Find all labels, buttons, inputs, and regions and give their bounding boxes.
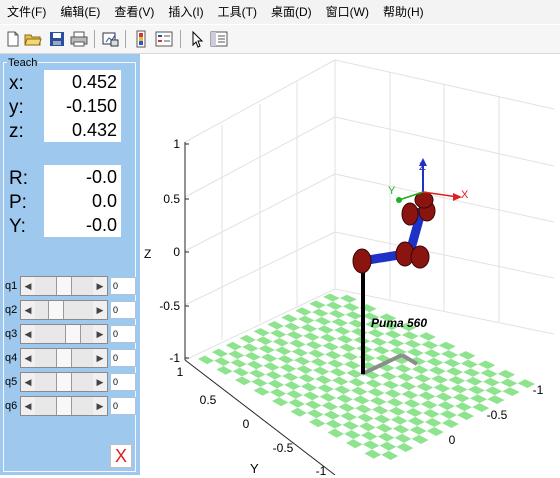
q5-slider[interactable]: ◀ ▶ <box>20 372 108 392</box>
z-value: 0.432 <box>44 118 121 142</box>
roll-label: R: <box>9 168 28 189</box>
y-value: -0.150 <box>44 94 121 118</box>
toolbar-separator <box>180 30 181 48</box>
q2-label: q2 <box>5 304 18 316</box>
slider-right-arrow-icon[interactable]: ▶ <box>93 325 107 343</box>
checkered-floor <box>198 290 535 464</box>
q6-value[interactable]: 0 <box>110 397 136 415</box>
teach-title: Teach <box>7 56 39 70</box>
menu-edit[interactable]: 编辑(E) <box>53 0 107 24</box>
teach-panel: Teach x: 0.452 y: -0.150 z: 0.432 R: -0.… <box>0 54 140 475</box>
slider-right-arrow-icon[interactable]: ▶ <box>93 397 107 415</box>
x-label: x: <box>9 73 24 94</box>
link-plot-icon[interactable] <box>101 30 119 48</box>
slider-right-arrow-icon[interactable]: ▶ <box>93 349 107 367</box>
open-folder-icon[interactable] <box>24 30 42 48</box>
menu-file[interactable]: 文件(F) <box>0 0 53 24</box>
pointer-icon[interactable] <box>188 30 206 48</box>
slider-left-arrow-icon[interactable]: ◀ <box>21 325 35 343</box>
yaw-label: Y: <box>9 216 26 237</box>
q4-value[interactable]: 0 <box>110 349 136 367</box>
joint-shoulder <box>352 248 372 274</box>
pitch-value: 0.0 <box>44 189 121 213</box>
slider-left-arrow-icon[interactable]: ◀ <box>21 301 35 319</box>
slider-right-arrow-icon[interactable]: ▶ <box>93 373 107 391</box>
frame-y-arrow <box>396 197 402 203</box>
slider-left-arrow-icon[interactable]: ◀ <box>21 397 35 415</box>
z-tick-label: 0 <box>173 245 180 259</box>
z-axis-label: Z <box>144 247 151 261</box>
x-tick-label: 0 <box>449 433 456 447</box>
robot-3d-axes[interactable]: 1 0.5 0 -0.5 -1 Z 1 0.5 0 -0.5 -1 Y 0 -0.5 -1 Z X … <box>140 54 560 478</box>
q5-label: q5 <box>5 376 18 388</box>
yaw-value: -0.0 <box>44 213 121 237</box>
slider-left-arrow-icon[interactable]: ◀ <box>21 373 35 391</box>
x-tick-label: -0.5 <box>487 408 508 422</box>
joint-wrist <box>401 202 419 226</box>
q5-value[interactable]: 0 <box>110 373 136 391</box>
roll-value: -0.0 <box>44 165 121 189</box>
q1-label: q1 <box>5 280 18 292</box>
z-label: z: <box>9 121 24 142</box>
menu-tools[interactable]: 工具(T) <box>211 0 264 24</box>
q3-value[interactable]: 0 <box>110 325 136 343</box>
z-tick-label: -1 <box>169 351 180 365</box>
menu-desktop[interactable]: 桌面(D) <box>264 0 319 24</box>
slider-thumb[interactable] <box>65 325 82 343</box>
frame-z-label: Z <box>419 161 426 173</box>
robot-name: Puma 560 <box>371 316 427 330</box>
q1-value[interactable]: 0 <box>110 277 136 295</box>
print-icon[interactable] <box>70 30 88 48</box>
q3-slider[interactable]: ◀ ▶ <box>20 324 108 344</box>
slider-thumb[interactable] <box>56 277 72 295</box>
toolbar <box>0 25 560 54</box>
y-tick-label: 0.5 <box>200 393 217 407</box>
slider-left-arrow-icon[interactable]: ◀ <box>21 277 35 295</box>
frame-y-label: Y <box>388 185 396 197</box>
slider-left-arrow-icon[interactable]: ◀ <box>21 349 35 367</box>
y-tick-label: 0 <box>243 417 250 431</box>
q2-value[interactable]: 0 <box>110 301 136 319</box>
y-axis-label: Y <box>250 461 259 475</box>
q4-slider[interactable]: ◀ ▶ <box>20 348 108 368</box>
q2-slider[interactable]: ◀ ▶ <box>20 300 108 320</box>
slider-thumb[interactable] <box>56 373 72 391</box>
z-tick-label: -0.5 <box>159 299 180 313</box>
menu-insert[interactable]: 插入(I) <box>161 0 210 24</box>
slider-thumb[interactable] <box>48 301 65 319</box>
menu-view[interactable]: 查看(V) <box>107 0 161 24</box>
x-value: 0.452 <box>44 70 121 94</box>
colorbar-icon[interactable] <box>133 30 151 48</box>
frame-x-label: X <box>461 189 469 201</box>
menu-window[interactable]: 窗口(W) <box>319 0 376 24</box>
new-file-icon[interactable] <box>4 30 22 48</box>
property-editor-icon[interactable] <box>210 30 228 48</box>
slider-right-arrow-icon[interactable]: ▶ <box>93 277 107 295</box>
z-tick-label: 1 <box>173 137 180 151</box>
menu-bar: 文件(F) 编辑(E) 查看(V) 插入(I) 工具(T) 桌面(D) 窗口(W… <box>0 0 560 24</box>
q6-slider[interactable]: ◀ ▶ <box>20 396 108 416</box>
q3-label: q3 <box>5 328 18 340</box>
y-tick-label: -1 <box>316 464 327 475</box>
slider-right-arrow-icon[interactable]: ▶ <box>93 301 107 319</box>
z-tick-label: 0.5 <box>163 192 180 206</box>
q4-label: q4 <box>5 352 18 364</box>
legend-icon[interactable] <box>155 30 173 48</box>
slider-thumb[interactable] <box>56 349 72 367</box>
close-button[interactable]: X <box>110 444 132 468</box>
save-icon[interactable] <box>48 30 66 48</box>
q6-label: q6 <box>5 400 18 412</box>
joint-elbow-b <box>410 245 430 269</box>
toolbar-separator <box>94 30 95 48</box>
slider-thumb[interactable] <box>56 397 72 415</box>
toolbar-separator <box>125 30 126 48</box>
y-tick-label: -0.5 <box>273 441 294 455</box>
x-tick-label: -1 <box>533 383 544 397</box>
menu-help[interactable]: 帮助(H) <box>376 0 431 24</box>
q1-slider[interactable]: ◀ ▶ <box>20 276 108 296</box>
robot-plot[interactable]: 1 0.5 0 -0.5 -1 Z 1 0.5 0 -0.5 -1 Y 0 -0.5 -1 <box>140 54 560 478</box>
pitch-label: P: <box>9 192 27 213</box>
y-label: y: <box>9 97 24 118</box>
y-tick-label: 1 <box>177 365 184 379</box>
